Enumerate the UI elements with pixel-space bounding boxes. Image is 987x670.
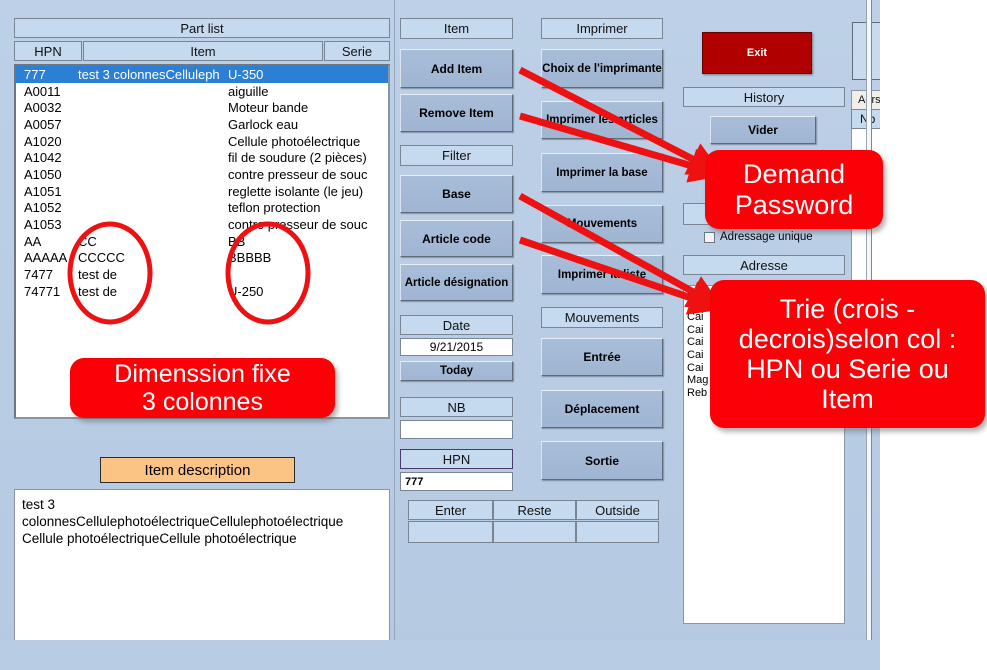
table-row[interactable]: AAAAA CCCCC BBBBB	[16, 250, 388, 267]
hpn-field[interactable]: 777	[400, 472, 513, 491]
table-row[interactable]: A1020 Cellule photoélectrique	[16, 133, 388, 150]
cell-serie: contre presseur de souc	[228, 217, 368, 233]
item-description-title: Item description	[100, 457, 295, 483]
totals-header-enter[interactable]: Enter	[408, 500, 493, 520]
cell-serie: reglette isolante (le jeu)	[228, 183, 364, 199]
column-header-item[interactable]: Item	[83, 41, 323, 61]
cell-hpn: A1042	[24, 150, 62, 166]
cell-hpn: A1020	[24, 133, 62, 149]
cell-hpn: A1053	[24, 217, 62, 233]
history-section-title: History	[683, 87, 845, 107]
print-base-button[interactable]: Imprimer la base	[541, 153, 663, 192]
add-item-button[interactable]: Add Item	[400, 49, 513, 88]
cell-serie: teflon protection	[228, 200, 321, 216]
annotation-trie: Trie (crois - decrois)selon col : HPN ou…	[710, 280, 985, 428]
table-row[interactable]: 777 test 3 colonnesCelluleph U-350	[16, 66, 388, 83]
cell-hpn: A1051	[24, 183, 62, 199]
filter-base-button[interactable]: Base	[400, 175, 513, 213]
cell-hpn: A0057	[24, 116, 62, 132]
print-section-title: Imprimer	[541, 18, 663, 39]
cell-serie: fil de soudure (2 pièces)	[228, 150, 367, 166]
part-list-title: Part list	[14, 18, 390, 38]
annotation-password: Demand Password	[705, 150, 883, 229]
column-separator	[394, 0, 395, 670]
cell-serie: aiguille	[228, 83, 269, 99]
today-button[interactable]: Today	[400, 361, 513, 381]
cell-serie: contre presseur de souc	[228, 166, 368, 182]
cell-hpn: A0011	[24, 83, 61, 99]
table-row[interactable]: 74771 test de U-250	[16, 283, 388, 300]
cell-serie: Moteur bande	[228, 100, 309, 116]
filter-article-designation-button[interactable]: Article désignation	[400, 264, 513, 301]
cell-serie: U-350	[228, 66, 264, 82]
vider-button[interactable]: Vider	[710, 116, 816, 144]
table-row[interactable]: A1042 fil de soudure (2 pièces)	[16, 149, 388, 166]
printer-choice-button[interactable]: Choix de l'imprimante	[541, 49, 663, 88]
cell-hpn: AAAAA	[24, 250, 68, 266]
print-list-button[interactable]: Imprimer la liste	[541, 255, 663, 294]
table-row[interactable]: 7477 test de	[16, 266, 388, 283]
column-header-serie[interactable]: Serie	[324, 41, 390, 61]
item-description-text: test 3 colonnesCellulephotoélectriqueCel…	[22, 497, 344, 546]
totals-value-enter	[408, 521, 493, 543]
cell-hpn: 777	[24, 66, 46, 82]
cell-hpn: A0032	[24, 100, 62, 116]
date-field[interactable]: 9/21/2015	[400, 338, 513, 356]
table-row[interactable]: A0011 aiguille	[16, 83, 388, 100]
cell-hpn: 74771	[24, 283, 61, 299]
window-bottom-edge	[0, 640, 880, 670]
cell-item: test de	[78, 283, 118, 299]
adresse-section-title: Adresse	[683, 255, 845, 275]
movement-deplacement-button[interactable]: Déplacement	[541, 390, 663, 428]
annotation-dimension: Dimenssion fixe 3 colonnes	[70, 358, 335, 418]
movement-entree-button[interactable]: Entrée	[541, 338, 663, 376]
table-row[interactable]: A1052 teflon protection	[16, 200, 388, 217]
adressage-unique-label: Adressage unique	[720, 231, 813, 243]
totals-header-reste[interactable]: Reste	[493, 500, 576, 520]
table-row[interactable]: A1051 reglette isolante (le jeu)	[16, 183, 388, 200]
date-section-title: Date	[400, 315, 513, 335]
exit-button[interactable]: Exit	[702, 32, 812, 74]
cell-serie: BBBBB	[228, 250, 272, 266]
table-row[interactable]: A1053 contre presseur de souc	[16, 216, 388, 233]
filter-section-title: Filter	[400, 145, 513, 166]
movement-sortie-button[interactable]: Sortie	[541, 441, 663, 480]
cell-serie: Cellule photoélectrique	[228, 133, 361, 149]
column-header-hpn[interactable]: HPN	[14, 41, 82, 61]
item-description-box[interactable]: test 3 colonnesCellulephotoélectriqueCel…	[14, 489, 390, 661]
cell-serie: Garlock eau	[228, 116, 299, 132]
item-section-title: Item	[400, 18, 513, 39]
table-row[interactable]: A0057 Garlock eau	[16, 116, 388, 133]
table-row[interactable]: A1050 contre presseur de souc	[16, 166, 388, 183]
totals-header-outside[interactable]: Outside	[576, 500, 659, 520]
checkbox-icon[interactable]	[704, 231, 715, 243]
cell-serie: BB	[228, 233, 246, 249]
cell-serie: U-250	[228, 283, 264, 299]
movements-section-title: Mouvements	[541, 307, 663, 328]
remove-item-button[interactable]: Remove Item	[400, 94, 513, 132]
cell-item: test de	[78, 267, 118, 283]
print-articles-button[interactable]: Imprimer les articles	[541, 101, 663, 139]
print-movements-button[interactable]: Mouvements	[541, 205, 663, 243]
nb-section-title: NB	[400, 397, 513, 417]
cell-hpn: AA	[24, 233, 42, 249]
filter-article-code-button[interactable]: Article code	[400, 220, 513, 257]
totals-value-reste	[493, 521, 576, 543]
table-row[interactable]: AA CC BB	[16, 233, 388, 250]
totals-value-outside	[576, 521, 659, 543]
cell-item: CC	[78, 233, 97, 249]
cell-hpn: A1050	[24, 166, 62, 182]
adressage-unique-checkbox-wrapper[interactable]: Adressage unique	[704, 231, 813, 243]
table-row[interactable]: A0032 Moteur bande	[16, 99, 388, 116]
cell-hpn: 7477	[24, 267, 53, 283]
cell-item: test 3 colonnesCelluleph	[78, 66, 220, 82]
nb-field[interactable]	[400, 420, 513, 439]
cell-item: CCCCC	[78, 250, 125, 266]
cell-hpn: A1052	[24, 200, 62, 216]
hpn-section-title: HPN	[400, 449, 513, 469]
